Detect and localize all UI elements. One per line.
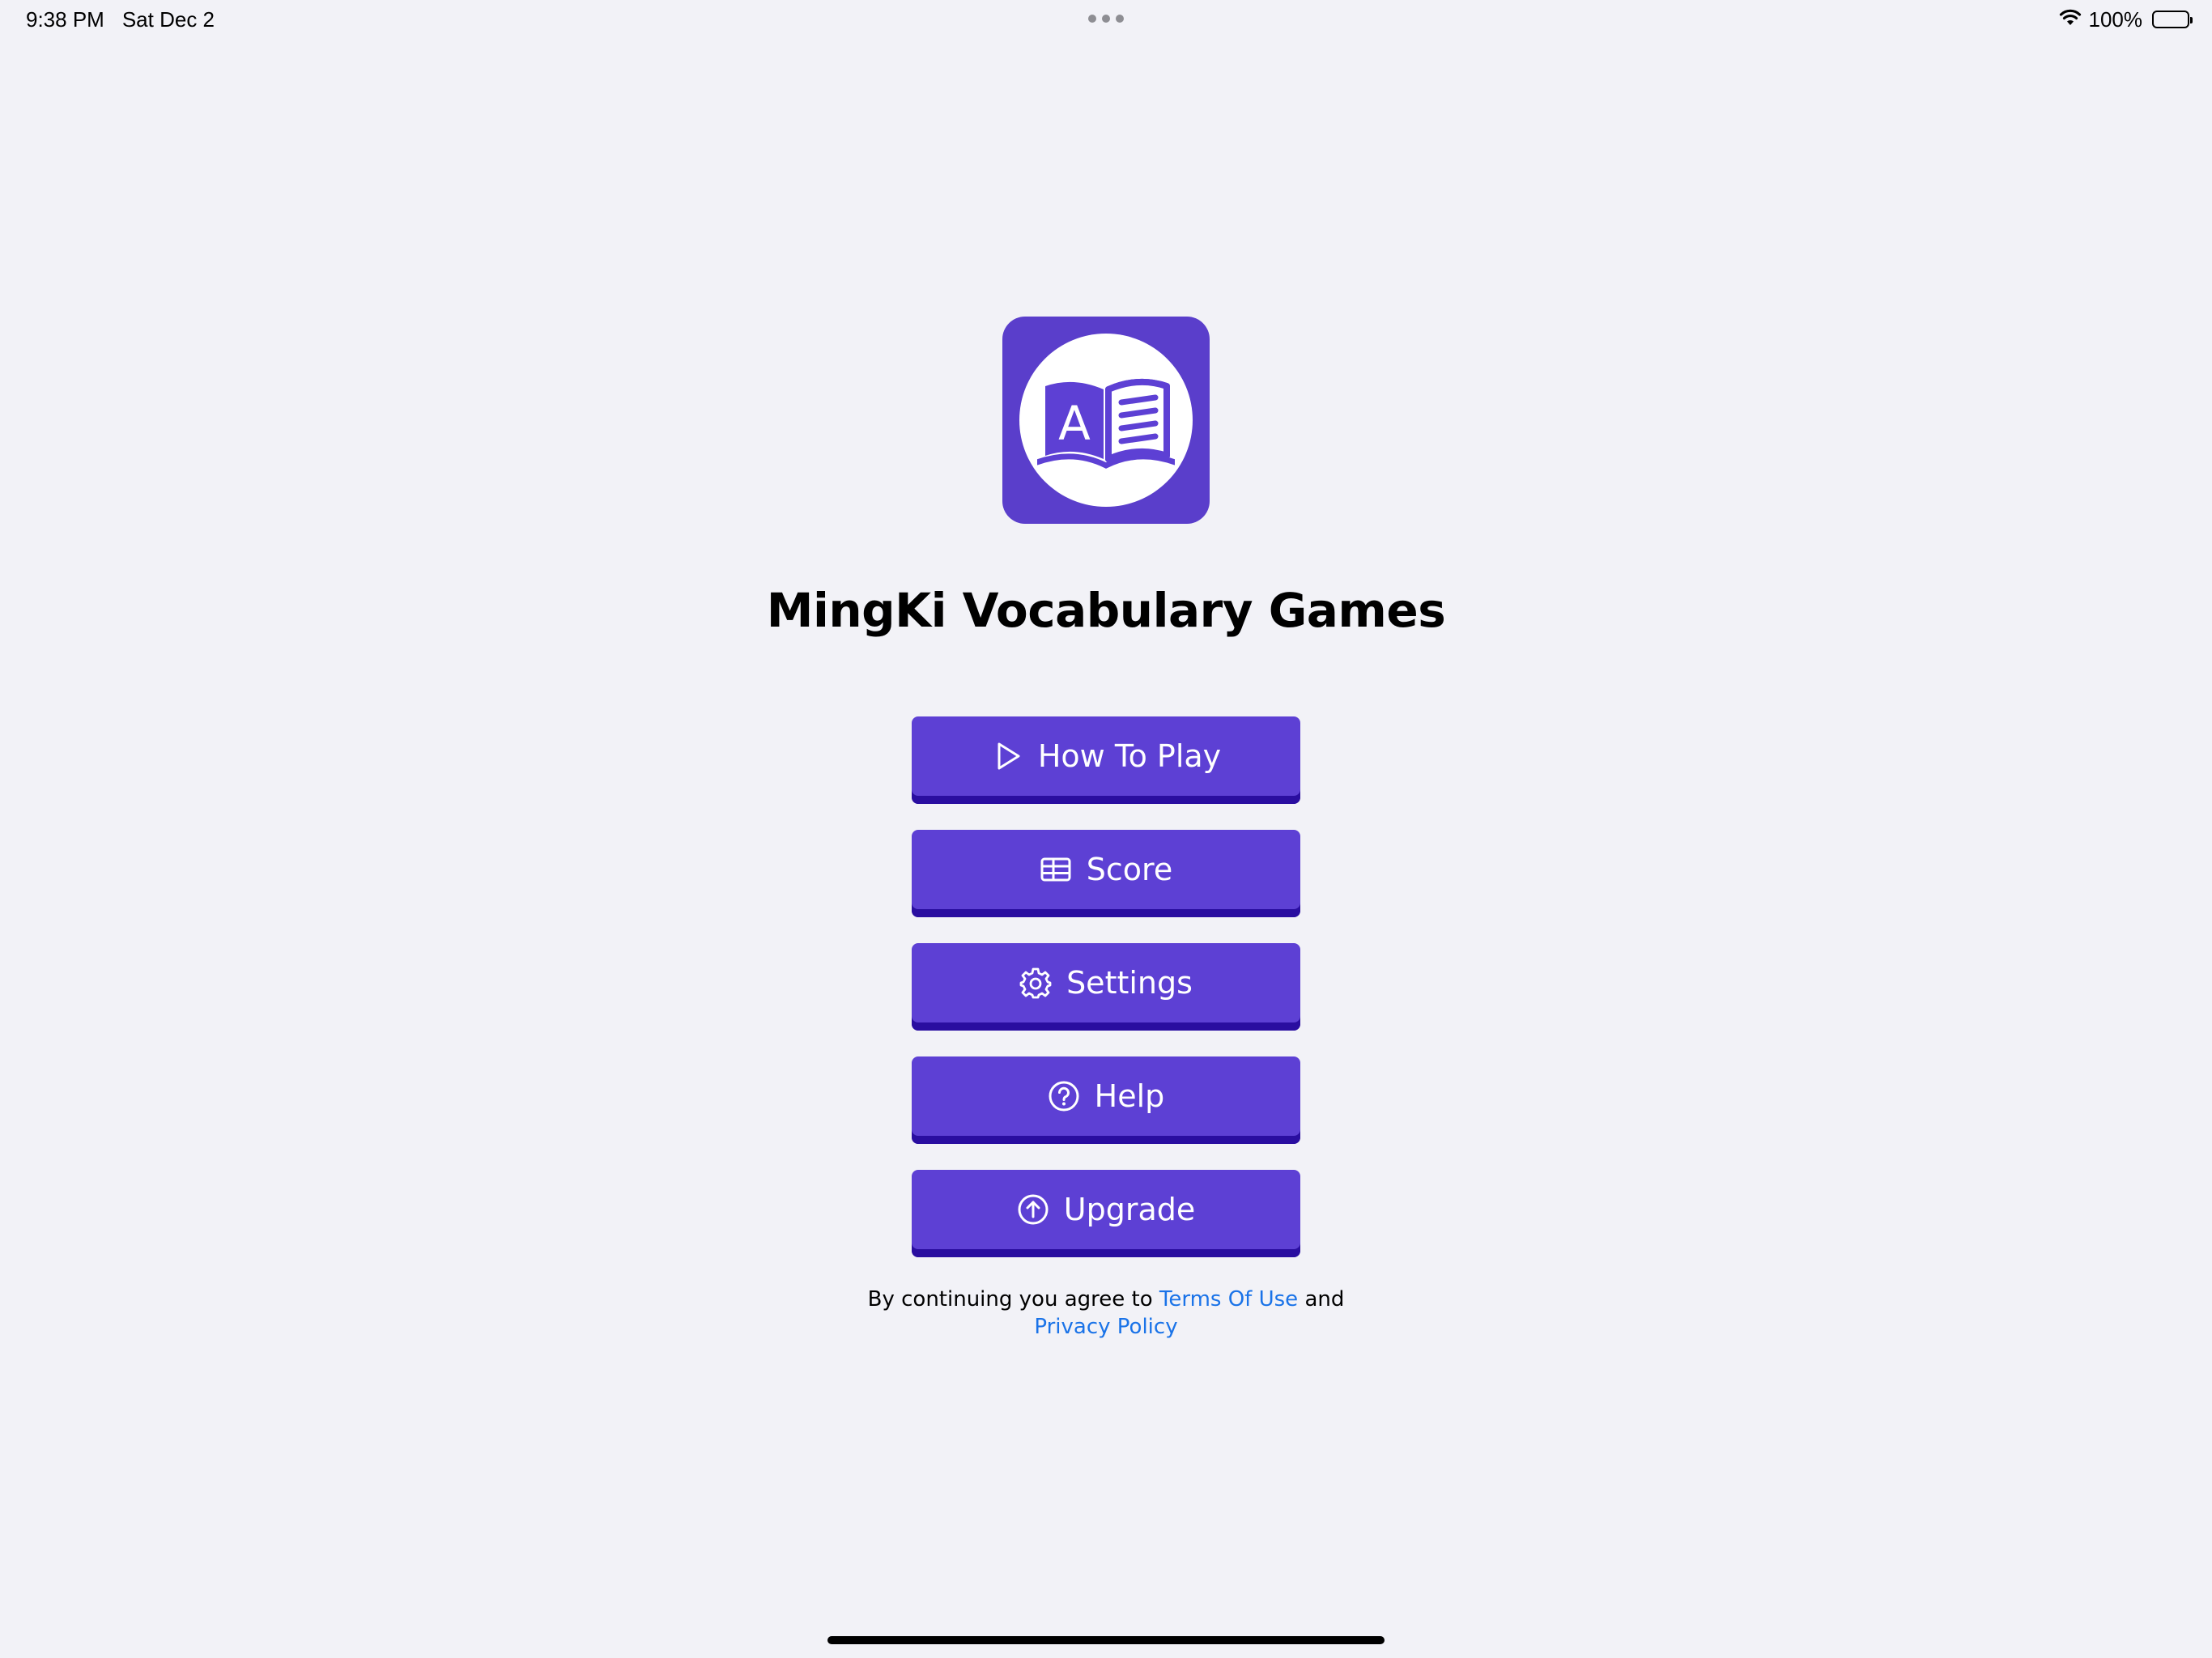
legal-prefix: By continuing you agree to [867, 1287, 1153, 1312]
upgrade-button[interactable]: Upgrade [912, 1170, 1300, 1257]
status-bar-right: 100% [2058, 6, 2193, 32]
status-date: Sat Dec 2 [121, 6, 215, 32]
upgrade-label: Upgrade [1063, 1192, 1196, 1227]
legal-notice: By continuing you agree to Terms Of Use … [0, 1286, 2212, 1341]
legal-connector: and [1304, 1287, 1345, 1312]
main-menu: How To Play Score Settings Help Upgrade [912, 716, 1300, 1283]
status-time: 9:38 PM [26, 6, 104, 32]
app-logo: A [1002, 317, 1210, 524]
question-circle-icon [1048, 1080, 1080, 1112]
score-label: Score [1086, 852, 1173, 887]
score-button[interactable]: Score [912, 830, 1300, 917]
help-button[interactable]: Help [912, 1056, 1300, 1144]
table-icon [1040, 853, 1072, 886]
logo-letter: A [1058, 396, 1091, 451]
arrow-up-circle-icon [1017, 1193, 1049, 1226]
battery-percentage: 100% [2088, 6, 2143, 32]
gear-icon [1019, 967, 1052, 999]
battery-icon [2152, 11, 2193, 28]
help-label: Help [1094, 1078, 1165, 1114]
play-icon [991, 740, 1023, 772]
terms-of-use-link[interactable]: Terms Of Use [1159, 1287, 1298, 1312]
screen: 9:38 PM Sat Dec 2 100% A MingKi Vocabula… [0, 0, 2212, 1658]
wifi-icon [2058, 7, 2082, 32]
status-bar-left: 9:38 PM Sat Dec 2 [26, 6, 215, 32]
book-icon: A [1019, 334, 1193, 507]
privacy-policy-link[interactable]: Privacy Policy [1034, 1315, 1177, 1339]
settings-button[interactable]: Settings [912, 943, 1300, 1031]
how-to-play-label: How To Play [1037, 738, 1222, 774]
how-to-play-button[interactable]: How To Play [912, 716, 1300, 804]
multitasking-dots-icon[interactable] [1088, 15, 1124, 23]
home-indicator[interactable] [827, 1636, 1385, 1644]
app-title: MingKi Vocabulary Games [766, 583, 1446, 638]
settings-label: Settings [1066, 965, 1193, 1001]
